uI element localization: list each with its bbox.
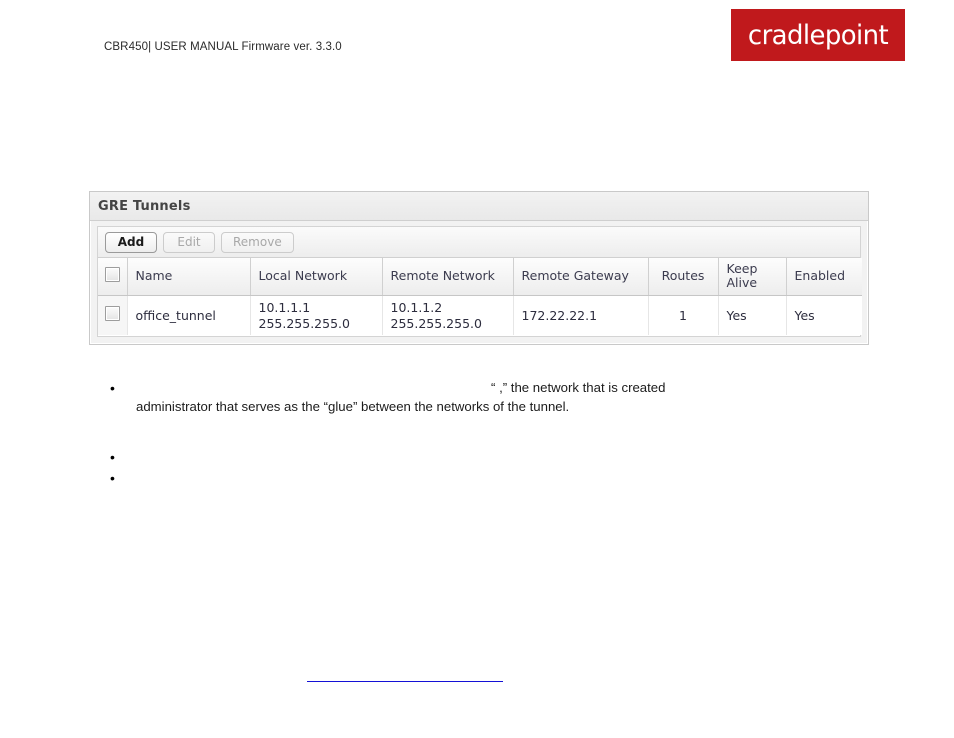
gre-tunnels-panel: GRE Tunnels Add Edit Remove Name Local N…: [89, 191, 869, 345]
column-header-remote-network[interactable]: Remote Network: [382, 258, 514, 296]
row-select-cell: [98, 295, 128, 336]
bullet-1-line-1-tail: ,” the network that is created: [499, 380, 666, 395]
cell-local-network: 10.1.1.1 255.255.255.0: [250, 295, 383, 336]
cell-keep-alive: Yes: [718, 295, 787, 336]
bullet-1-line-1: “ ,” the network that is created: [136, 379, 816, 398]
panel-titlebar: GRE Tunnels: [90, 192, 868, 221]
cell-remote-gateway: 172.22.22.1: [513, 295, 649, 336]
cell-enabled: Yes: [786, 295, 862, 336]
local-network-ip: 10.1.1.1: [258, 299, 311, 315]
cell-name: office_tunnel: [127, 295, 251, 336]
edit-button[interactable]: Edit: [163, 231, 215, 253]
list-item: [96, 469, 816, 489]
body-bullet-list: “ ,” the network that is created adminis…: [96, 379, 816, 489]
table-header-row: Name Local Network Remote Network Remote…: [98, 258, 862, 296]
column-header-enabled[interactable]: Enabled: [786, 258, 862, 296]
document-header-text: CBR450| USER MANUAL Firmware ver. 3.3.0: [104, 41, 342, 53]
list-item: [96, 448, 816, 468]
brand-wordmark: cradlepoint: [747, 19, 889, 51]
add-button[interactable]: Add: [105, 231, 157, 253]
cradlepoint-logo: cradlepoint: [731, 9, 905, 61]
inline-hyperlink[interactable]: [307, 667, 503, 682]
grid-toolbar: Add Edit Remove: [98, 227, 860, 258]
remove-button[interactable]: Remove: [221, 231, 294, 253]
cell-remote-network: 10.1.1.2 255.255.255.0: [382, 295, 514, 336]
panel-title: GRE Tunnels: [98, 198, 191, 214]
local-network-mask: 255.255.255.0: [258, 315, 350, 331]
remote-network-mask: 255.255.255.0: [390, 315, 482, 331]
column-header-routes[interactable]: Routes: [648, 258, 719, 296]
remote-network-ip: 10.1.1.2: [390, 299, 443, 315]
bullet-1-line-2: administrator that serves as the “glue” …: [136, 398, 570, 414]
panel-body: Add Edit Remove Name Local Network Remot…: [97, 226, 862, 337]
select-all-header: [98, 258, 128, 296]
select-all-checkbox[interactable]: [104, 267, 120, 283]
column-header-remote-gateway[interactable]: Remote Gateway: [513, 258, 649, 296]
cell-routes: 1: [648, 295, 719, 336]
table-row[interactable]: office_tunnel 10.1.1.1 255.255.255.0 10.…: [98, 295, 862, 336]
row-select-checkbox[interactable]: [104, 306, 120, 322]
column-header-local-network[interactable]: Local Network: [250, 258, 383, 296]
gre-tunnels-table: Name Local Network Remote Network Remote…: [98, 258, 862, 336]
bullet-1-quote-open: “: [491, 380, 496, 395]
column-header-name[interactable]: Name: [127, 258, 251, 296]
list-item: “ ,” the network that is created adminis…: [96, 379, 816, 416]
column-header-keep-alive[interactable]: Keep Alive: [718, 258, 787, 296]
